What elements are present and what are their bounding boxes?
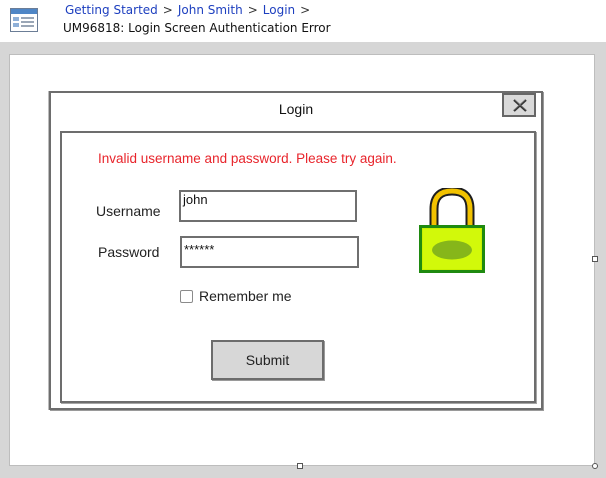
- page-header: Getting Started > John Smith > Login > UM9681…: [0, 0, 606, 42]
- breadcrumb-separator: >: [300, 3, 311, 17]
- breadcrumb-getting-started[interactable]: Getting Started: [65, 3, 158, 17]
- mockup-canvas: Login Invalid username and password. Ple…: [9, 54, 595, 466]
- submit-button[interactable]: Submit: [211, 340, 324, 380]
- login-window: Login Invalid username and password. Ple…: [49, 91, 543, 410]
- close-x-icon: [513, 99, 527, 112]
- remember-me-label[interactable]: Remember me: [199, 288, 292, 304]
- mockup-canvas-area: Login Invalid username and password. Ple…: [0, 42, 606, 478]
- close-button[interactable]: [502, 93, 536, 117]
- resize-handle-bottom[interactable]: [297, 463, 303, 469]
- breadcrumb-separator: >: [247, 3, 258, 17]
- breadcrumb-separator: >: [162, 3, 173, 17]
- resize-handle-corner[interactable]: [592, 463, 598, 469]
- breadcrumb-john-smith[interactable]: John Smith: [178, 3, 243, 17]
- resize-handle-right[interactable]: [592, 256, 598, 262]
- page-layout-icon: [10, 8, 38, 32]
- padlock-icon: [419, 188, 485, 273]
- username-label: Username: [96, 203, 161, 219]
- password-label: Password: [98, 244, 160, 260]
- page-title: UM96818: Login Screen Authentication Err…: [63, 21, 331, 35]
- remember-me-checkbox[interactable]: [180, 290, 193, 303]
- username-field[interactable]: john: [179, 190, 357, 222]
- password-field[interactable]: ******: [180, 236, 359, 268]
- login-window-title: Login: [278, 101, 314, 117]
- login-panel: Invalid username and password. Please tr…: [60, 131, 536, 403]
- error-message: Invalid username and password. Please tr…: [98, 151, 397, 166]
- breadcrumb: Getting Started > John Smith > Login >: [65, 3, 315, 17]
- breadcrumb-login[interactable]: Login: [263, 3, 295, 17]
